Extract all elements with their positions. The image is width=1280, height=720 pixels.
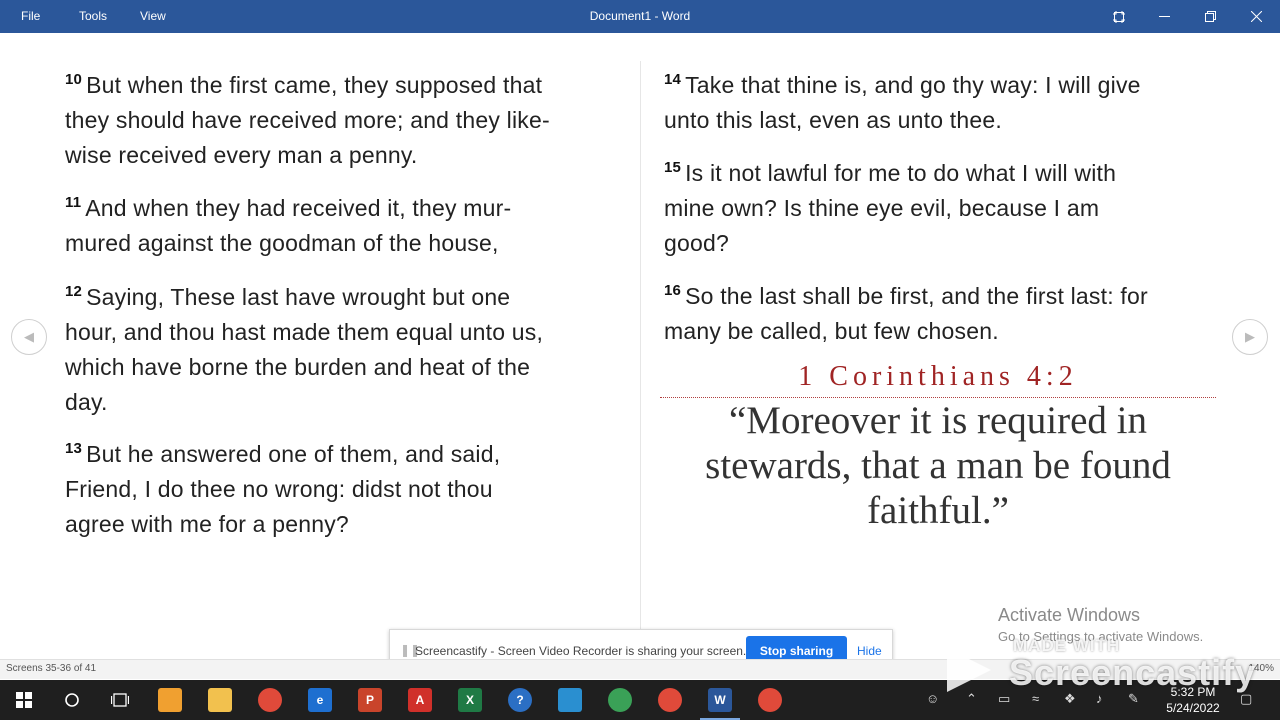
store-icon[interactable] bbox=[158, 688, 182, 712]
verse-14: 14 Take that thine is, and go thy way: I … bbox=[664, 62, 1224, 138]
screencastify-watermark: MADE WITH Screencastify bbox=[945, 630, 1275, 700]
play-logo-icon bbox=[947, 648, 991, 692]
verse-line: agree with me for a penny? bbox=[65, 511, 349, 537]
verse-number: 14 bbox=[664, 71, 682, 88]
restore-icon[interactable] bbox=[1187, 0, 1233, 33]
verse-number: 12 bbox=[65, 283, 83, 300]
verse-line: So the last shall be first, and the firs… bbox=[685, 283, 1148, 309]
verse-15: 15 Is it not lawful for me to do what I w… bbox=[664, 150, 1224, 261]
powerpoint-icon[interactable]: P bbox=[358, 688, 382, 712]
fit-screen-icon[interactable] bbox=[1096, 0, 1142, 33]
notes-icon[interactable] bbox=[558, 688, 582, 712]
minimize-icon[interactable] bbox=[1141, 0, 1187, 33]
verse-11: 11 And when they had received it, they mu… bbox=[65, 185, 635, 261]
next-page-button[interactable]: ▶ bbox=[1232, 319, 1268, 355]
verse-line: they should have received more; and they… bbox=[65, 107, 550, 133]
verse-line: Friend, I do thee no wrong: didst not th… bbox=[65, 476, 493, 502]
verse-line: day. bbox=[65, 389, 108, 415]
chrome-profile-2-icon[interactable] bbox=[658, 688, 682, 712]
scripture-quote: “Moreover it is required in stewards, th… bbox=[660, 398, 1216, 533]
quote-line: “Moreover it is required in bbox=[728, 399, 1148, 442]
quote-line: faithful.” bbox=[867, 489, 1009, 532]
verse-line: And when they had received it, they mur- bbox=[85, 195, 512, 221]
chevron-right-icon: ▶ bbox=[1245, 329, 1255, 344]
excel-icon[interactable]: X bbox=[458, 688, 482, 712]
chrome-icon[interactable] bbox=[258, 688, 282, 712]
verse-number: 10 bbox=[65, 71, 83, 88]
hide-button[interactable]: Hide bbox=[857, 644, 882, 658]
verse-number: 13 bbox=[65, 440, 83, 457]
verse-line: Take that thine is, and go thy way: I wi… bbox=[685, 72, 1141, 98]
verse-line: unto this last, even as unto thee. bbox=[664, 107, 1002, 133]
search-icon[interactable] bbox=[60, 688, 84, 712]
verse-line: which have borne the burden and heat of … bbox=[65, 354, 531, 380]
edge-icon[interactable]: e bbox=[308, 688, 332, 712]
verse-13: 13 But he answered one of them, and said,… bbox=[65, 431, 635, 542]
file-explorer-icon[interactable] bbox=[208, 688, 232, 712]
close-icon[interactable] bbox=[1233, 0, 1279, 33]
share-message: Screencastify - Screen Video Recorder is… bbox=[415, 644, 747, 658]
column-divider bbox=[640, 61, 641, 631]
chrome-profile-icon[interactable] bbox=[608, 688, 632, 712]
acrobat-icon[interactable]: A bbox=[408, 688, 432, 712]
word-icon[interactable]: W bbox=[708, 688, 732, 712]
verse-line: Is it not lawful for me to do what I wil… bbox=[685, 160, 1117, 186]
chevron-left-icon: ◀ bbox=[24, 329, 34, 344]
task-view-icon[interactable] bbox=[108, 688, 132, 712]
verse-12: 12 Saying, These last have wrought but on… bbox=[65, 274, 635, 420]
window-title: Document1 - Word bbox=[589, 9, 691, 23]
title-bar: File Tools View Document1 - Word bbox=[0, 0, 1280, 33]
previous-page-button[interactable]: ◀ bbox=[11, 319, 47, 355]
people-icon[interactable]: ☺ bbox=[926, 691, 939, 706]
verse-16: 16 So the last shall be first, and the fi… bbox=[664, 273, 1224, 349]
verse-line: mine own? Is thine eye evil, because I a… bbox=[664, 195, 1100, 221]
watermark-brand: Screencastify bbox=[1009, 652, 1257, 693]
activate-title: Activate Windows bbox=[998, 605, 1141, 625]
verse-10: 10 But when the first came, they supposed… bbox=[65, 62, 635, 173]
verse-line: Saying, These last have wrought but one bbox=[86, 284, 511, 310]
verse-number: 11 bbox=[65, 194, 82, 211]
windows-start-icon[interactable] bbox=[12, 688, 36, 712]
verse-line: But when the first came, they supposed t… bbox=[86, 72, 543, 98]
verse-line: good? bbox=[664, 230, 729, 256]
quote-line: stewards, that a man be found bbox=[705, 444, 1171, 487]
chrome-profile-3-icon[interactable] bbox=[758, 688, 782, 712]
verse-line: mured against the goodman of the house, bbox=[65, 230, 499, 256]
verse-number: 16 bbox=[664, 282, 682, 299]
clock-date: 5/24/2022 bbox=[1166, 701, 1220, 715]
verse-line: wise received every man a penny. bbox=[65, 142, 418, 168]
scripture-reference: 1 Corinthians 4:2 bbox=[798, 361, 1078, 392]
verse-number: 15 bbox=[664, 159, 682, 176]
verse-line: But he answered one of them, and said, bbox=[86, 441, 501, 467]
screen-count: Screens 35-36 of 41 bbox=[6, 663, 97, 674]
reading-page: 10 But when the first came, they supposed… bbox=[0, 33, 1280, 659]
help-icon[interactable]: ? bbox=[508, 688, 532, 712]
verse-line: hour, and thou hast made them equal unto… bbox=[65, 319, 544, 345]
verse-line: many be called, but few chosen. bbox=[664, 318, 999, 344]
